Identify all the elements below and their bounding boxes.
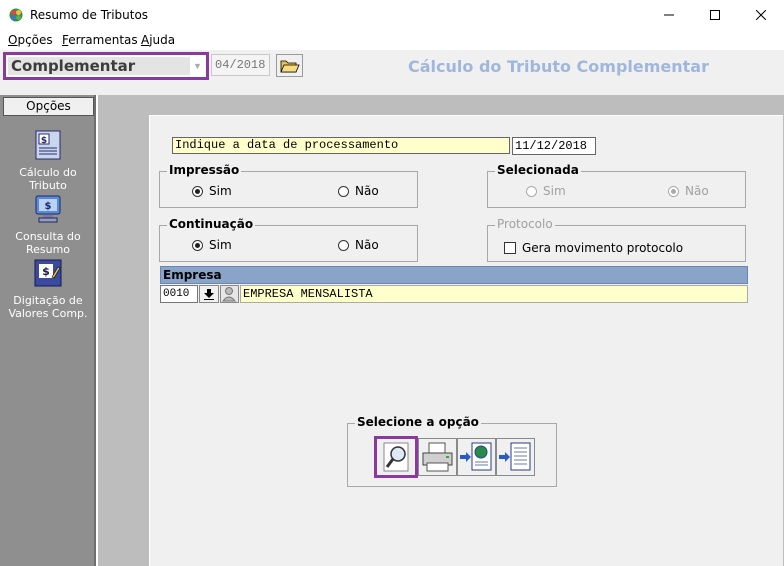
- monitor-dollar-icon: $: [35, 195, 61, 223]
- sidebar-item-label: Cálculo do: [19, 166, 77, 179]
- radio-label: Sim: [209, 184, 232, 198]
- sidebar-item-label: Tributo: [29, 179, 67, 192]
- close-icon: [756, 10, 766, 20]
- processing-date-field[interactable]: 11/12/2018: [512, 137, 596, 155]
- radio-empty-icon: [526, 185, 537, 197]
- menu-opcoes[interactable]: Opções: [8, 33, 53, 47]
- empresa-name-field[interactable]: EMPRESA MENSALISTA: [240, 285, 748, 303]
- selecionada-sim-radio[interactable]: Sim: [526, 184, 566, 198]
- checkbox-label: Gera movimento protocolo: [522, 241, 684, 255]
- sidebar-item-digitacao[interactable]: $ Digitação de Valores Comp.: [0, 257, 96, 320]
- radio-label: Não: [355, 238, 379, 252]
- person-search-icon: [221, 287, 237, 302]
- selecionada-group: Selecionada Sim Não: [487, 163, 746, 208]
- magnifier-icon: [383, 442, 409, 472]
- radio-selected-icon: [192, 185, 203, 197]
- open-folder-button[interactable]: [276, 54, 303, 77]
- impressao-title: Impressão: [167, 163, 242, 177]
- sidebar-item-calculo[interactable]: $ Cálculo do Tributo: [0, 129, 96, 192]
- impressao-nao-radio[interactable]: Não: [338, 184, 379, 198]
- window-title: Resumo de Tributos: [30, 8, 149, 22]
- edit-dollar-icon: $: [34, 259, 62, 287]
- sidebar-item-label: Resumo: [25, 243, 71, 256]
- sidebar-item-consulta[interactable]: $ Consulta do Resumo: [0, 193, 96, 256]
- empresa-lookup-button[interactable]: [199, 285, 219, 303]
- radio-label: Sim: [209, 238, 232, 252]
- radio-label: Não: [355, 184, 379, 198]
- sidebar-item-label: Digitação de: [13, 294, 83, 307]
- download-arrow-icon: [204, 288, 214, 300]
- screen-title: Cálculo do Tributo Complementar: [408, 57, 709, 76]
- options-title: Selecione a opção: [355, 415, 481, 429]
- options-group: Selecione a opção: [347, 415, 557, 487]
- selecionada-nao-radio[interactable]: Não: [668, 184, 709, 198]
- export-file-button[interactable]: [496, 438, 535, 476]
- maximize-icon: [710, 10, 720, 20]
- export-web-button[interactable]: [457, 438, 496, 476]
- sidebar-header[interactable]: Opções: [3, 97, 94, 116]
- minimize-button[interactable]: [646, 0, 692, 30]
- printer-icon: [422, 442, 453, 472]
- sidebar-item-label: Consulta do: [15, 230, 81, 243]
- app-icon: [9, 8, 23, 22]
- continuacao-sim-radio[interactable]: Sim: [192, 238, 232, 252]
- impressao-group: Impressão Sim Não: [159, 163, 418, 208]
- continuacao-nao-radio[interactable]: Não: [338, 238, 379, 252]
- calculation-type-value: Complementar: [8, 57, 190, 75]
- sidebar: Opções $ Cálculo do Tributo $ Consulta d…: [0, 95, 96, 566]
- toolbar: Complementar ▼ 04/2018 Cálculo do Tribut…: [0, 50, 784, 95]
- checkbox-empty-icon: [504, 242, 516, 254]
- minimize-icon: [664, 14, 674, 16]
- menu-ajuda[interactable]: Ajuda: [141, 33, 175, 47]
- empresa-header: Empresa: [160, 266, 748, 284]
- period-field[interactable]: 04/2018: [211, 54, 270, 76]
- continuacao-title: Continuação: [167, 217, 256, 231]
- protocolo-group: Protocolo Gera movimento protocolo: [487, 217, 746, 262]
- print-button[interactable]: [418, 438, 457, 476]
- close-button[interactable]: [738, 0, 784, 30]
- maximize-button[interactable]: [692, 0, 738, 30]
- chevron-down-icon: ▼: [193, 61, 202, 71]
- empresa-code-field[interactable]: 0010: [160, 285, 198, 303]
- radio-label: Sim: [543, 184, 566, 198]
- svg-text:$: $: [41, 136, 47, 146]
- title-bar: Resumo de Tributos: [0, 0, 784, 30]
- calculation-type-select[interactable]: Complementar ▼: [3, 52, 209, 80]
- radio-selected-icon: [192, 239, 203, 251]
- preview-button[interactable]: [374, 436, 418, 478]
- radio-empty-icon: [338, 185, 349, 197]
- empresa-search-button[interactable]: [220, 285, 239, 303]
- sidebar-item-label: Valores Comp.: [8, 307, 88, 320]
- radio-label: Não: [685, 184, 709, 198]
- protocolo-title: Protocolo: [495, 217, 555, 231]
- globe-document-icon: [460, 442, 492, 471]
- menu-ferramentas[interactable]: Ferramentas: [62, 33, 138, 47]
- selecionada-title: Selecionada: [495, 163, 581, 177]
- svg-text:$: $: [45, 201, 52, 212]
- continuacao-group: Continuação Sim Não: [159, 217, 418, 262]
- gera-protocolo-checkbox[interactable]: Gera movimento protocolo: [504, 241, 683, 255]
- radio-empty-icon: [338, 239, 349, 251]
- impressao-sim-radio[interactable]: Sim: [192, 184, 232, 198]
- calc-document-icon: $: [35, 130, 61, 160]
- processing-date-label: Indique a data de processamento: [172, 137, 510, 154]
- document-export-icon: [499, 442, 531, 471]
- menu-bar: Opções Ferramentas Ajuda: [0, 30, 784, 50]
- svg-text:$: $: [42, 265, 50, 278]
- folder-open-icon: [280, 60, 300, 73]
- radio-selected-icon: [668, 185, 679, 197]
